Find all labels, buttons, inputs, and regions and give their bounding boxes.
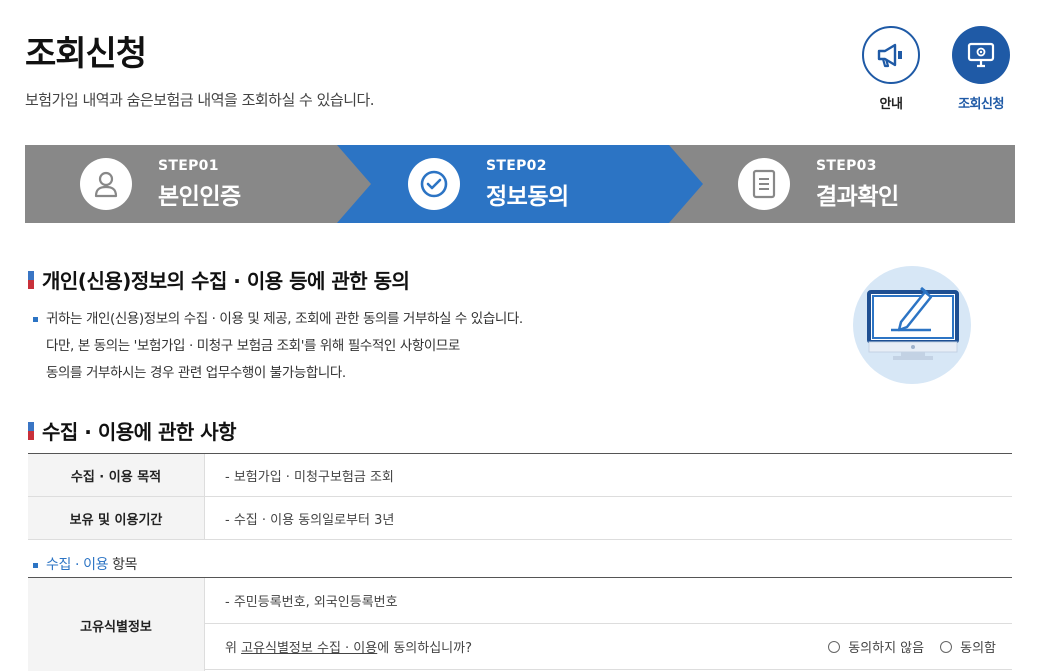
table-row: 고유식별정보 - 주민등록번호, 외국인등록번호 위 고유식별정보 수집 · 이… xyxy=(28,578,1012,671)
step-1-name: 본인인증 xyxy=(158,183,241,210)
collection-items-label-highlight: 수집 · 이용 xyxy=(46,557,109,573)
monitor-pen-icon xyxy=(867,286,959,360)
document-icon xyxy=(752,169,776,199)
table-row: 보유 및 이용기간 - 수집 · 이용 동의일로부터 3년 xyxy=(28,497,1012,540)
step-2: STEP02 정보동의 xyxy=(408,145,569,223)
page-title: 조회신청 xyxy=(25,34,147,74)
step-1-number: STEP01 xyxy=(158,157,219,174)
disagree-radio[interactable]: 동의하지 않음 xyxy=(828,637,924,656)
megaphone-icon xyxy=(877,43,902,68)
bullet-icon xyxy=(33,562,38,568)
table-header-cell: 보유 및 이용기간 xyxy=(28,497,205,539)
table-header-cell: 고유식별정보 xyxy=(28,578,205,671)
radio-circle[interactable] xyxy=(828,640,841,653)
person-icon xyxy=(94,171,118,198)
step-progress-bar: STEP01 본인인증 STEP02 정보동의 STEP03 결과확인 xyxy=(25,145,1015,223)
guide-button-circle xyxy=(862,26,920,84)
consent-notice: 귀하는 개인(신용)정보의 수집 · 이용 및 제공, 조회에 관한 동의를 거… xyxy=(33,306,523,387)
section-title-bar xyxy=(28,421,34,440)
step-2-number: STEP02 xyxy=(486,157,547,174)
step-1-icon-circle xyxy=(80,158,132,210)
guide-button[interactable]: 안내 xyxy=(851,26,931,112)
unique-id-consent-question: 위 고유식별정보 수집 · 이용에 동의하십니까? 동의하지 않음 동의함 xyxy=(205,624,1012,670)
collection-items-label-rest: 항목 xyxy=(108,557,138,573)
step-2-icon-circle xyxy=(408,158,460,210)
consent-section-title: 개인(신용)정보의 수집 · 이용 등에 관한 동의 xyxy=(28,265,410,294)
monitor-icon xyxy=(967,42,995,68)
collection-section-title: 수집 · 이용에 관한 사항 xyxy=(28,416,237,445)
agree-radio-label[interactable]: 동의함 xyxy=(960,637,996,656)
step-3-name: 결과확인 xyxy=(816,183,899,210)
notice-line-2: 다만, 본 동의는 '보험가입 · 미청구 보험금 조회'를 위해 필수적인 사… xyxy=(46,338,460,354)
inquiry-button-label: 조회신청 xyxy=(958,97,1004,112)
question-suffix: 에 동의하십니까? xyxy=(377,641,472,656)
bullet-icon xyxy=(33,316,38,322)
table-header-cell: 수집 · 이용 목적 xyxy=(28,454,205,496)
consent-section-title-text: 개인(신용)정보의 수집 · 이용 등에 관한 동의 xyxy=(42,269,410,293)
disagree-radio-label[interactable]: 동의하지 않음 xyxy=(848,637,924,656)
table-value-cell: - 수집 · 이용 동의일로부터 3년 xyxy=(225,512,395,528)
notice-line-1: 귀하는 개인(신용)정보의 수집 · 이용 및 제공, 조회에 관한 동의를 거… xyxy=(46,311,523,327)
table-row: 수집 · 이용 목적 - 보험가입 · 미청구보험금 조회 xyxy=(28,454,1012,497)
unique-id-table: 고유식별정보 - 주민등록번호, 외국인등록번호 위 고유식별정보 수집 · 이… xyxy=(28,577,1012,671)
question-link: 고유식별정보 수집 · 이용 xyxy=(241,641,378,656)
step-1: STEP01 본인인증 xyxy=(80,145,241,223)
monitor-illustration xyxy=(853,266,971,384)
question-prefix: 위 xyxy=(225,641,242,656)
page-description: 보험가입 내역과 숨은보험금 내역을 조회하실 수 있습니다. xyxy=(25,91,375,109)
table-value-cell: - 보험가입 · 미청구보험금 조회 xyxy=(225,469,394,485)
unique-id-value: - 주민등록번호, 외국인등록번호 xyxy=(205,578,1012,624)
guide-button-label: 안내 xyxy=(879,97,903,112)
inquiry-button-circle xyxy=(952,26,1010,84)
notice-line-3: 동의를 거부하시는 경우 관련 업무수행이 불가능합니다. xyxy=(46,365,346,381)
collection-info-table: 수집 · 이용 목적 - 보험가입 · 미청구보험금 조회 보유 및 이용기간 … xyxy=(28,453,1012,540)
consent-radio-group: 동의하지 않음 동의함 xyxy=(828,637,996,656)
step-3-icon-circle xyxy=(738,158,790,210)
step-3-number: STEP03 xyxy=(816,157,877,174)
agree-radio[interactable]: 동의함 xyxy=(940,637,996,656)
step-2-name: 정보동의 xyxy=(486,183,569,210)
inquiry-button[interactable]: 조회신청 xyxy=(941,26,1021,112)
radio-circle[interactable] xyxy=(940,640,953,653)
collection-items-label: 수집 · 이용 항목 xyxy=(33,554,137,574)
section-title-bar xyxy=(28,270,34,289)
collection-section-title-text: 수집 · 이용에 관한 사항 xyxy=(42,420,237,444)
check-circle-icon xyxy=(420,170,448,198)
step-3: STEP03 결과확인 xyxy=(738,145,899,223)
